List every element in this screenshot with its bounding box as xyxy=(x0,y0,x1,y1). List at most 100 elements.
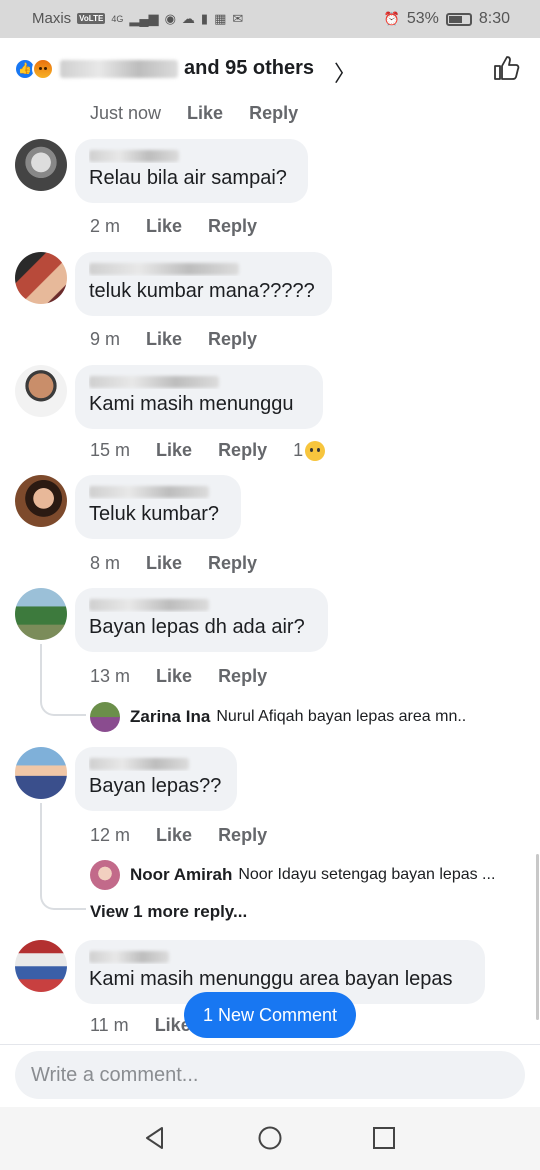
commenter-name[interactable] xyxy=(89,596,314,612)
angry-reaction-icon xyxy=(32,58,54,80)
avatar[interactable] xyxy=(15,940,67,992)
carrier-name: Maxis xyxy=(32,10,72,27)
commenter-name[interactable] xyxy=(89,260,318,276)
comment-text: Kami masih menunggu area bayan lepas xyxy=(89,968,453,990)
like-button[interactable]: Like xyxy=(187,103,223,124)
reply-button[interactable]: Reply xyxy=(208,329,257,350)
chevron-right-icon[interactable]: 〉 xyxy=(334,56,356,88)
new-comment-button[interactable]: 1 New Comment xyxy=(184,992,356,1038)
comment-bubble[interactable]: Bayan lepas dh ada air? xyxy=(75,588,328,652)
reply-author[interactable]: Zarina Ina xyxy=(130,707,210,727)
comment-actions: Just now Like Reply xyxy=(90,103,298,124)
comment-time: 2 m xyxy=(90,216,121,236)
reactions-summary[interactable]: 👍 and 95 others 〉 xyxy=(0,38,540,100)
avatar[interactable] xyxy=(15,252,67,304)
battery-icon xyxy=(445,12,472,26)
cloud-icon: ☁ xyxy=(181,10,195,26)
like-button[interactable]: Like xyxy=(146,553,182,574)
comment-bubble[interactable]: teluk kumbar mana????? xyxy=(75,252,332,316)
comment-time: Just now xyxy=(90,103,162,123)
reply-preview[interactable]: Noor Amirah Noor Idayu setengag bayan le… xyxy=(90,860,495,890)
like-button[interactable]: Like xyxy=(156,666,192,687)
reactors-text: and 95 others xyxy=(60,57,314,80)
commenter-name[interactable] xyxy=(89,373,309,389)
comment-bubble[interactable]: Bayan lepas?? xyxy=(75,747,237,811)
back-triangle-icon[interactable] xyxy=(142,1125,168,1151)
commenter-name[interactable] xyxy=(89,755,223,771)
reply-button[interactable]: Reply xyxy=(208,216,257,237)
blurred-name xyxy=(89,758,189,771)
blurred-name xyxy=(89,263,239,276)
avatar[interactable] xyxy=(15,475,67,527)
blurred-name xyxy=(60,59,178,78)
comment-actions: 13 m Like Reply xyxy=(90,666,267,687)
reply-button[interactable]: Reply xyxy=(208,553,257,574)
reply-text: Nurul Afiqah bayan lepas area mn.. xyxy=(216,708,467,725)
mail-icon: ✉ xyxy=(232,10,244,26)
thread-connector xyxy=(40,644,86,716)
like-button[interactable]: Like xyxy=(146,216,182,237)
blurred-name xyxy=(89,376,219,389)
comment-actions: 9 m Like Reply xyxy=(90,329,257,350)
comment-actions: 8 m Like Reply xyxy=(90,553,257,574)
network-type-label: 4G xyxy=(111,13,124,24)
blurred-name xyxy=(89,599,209,612)
avatar[interactable] xyxy=(15,588,67,640)
comment-bubble[interactable]: Teluk kumbar? xyxy=(75,475,241,539)
recents-square-icon[interactable] xyxy=(371,1125,397,1151)
comment-actions: 2 m Like Reply xyxy=(90,216,257,237)
reply-preview[interactable]: Zarina Ina Nurul Afiqah bayan lepas area… xyxy=(90,702,466,732)
reaction-count-number: 1 xyxy=(293,440,304,460)
battery-percent: 53% xyxy=(406,10,439,27)
sad-reaction-icon xyxy=(305,440,326,461)
reply-button[interactable]: Reply xyxy=(218,666,267,687)
comment-time: 13 m xyxy=(90,666,131,686)
comment-time: 12 m xyxy=(90,825,131,845)
like-button[interactable]: Like xyxy=(156,825,192,846)
blurred-name xyxy=(89,150,179,163)
commenter-name[interactable] xyxy=(89,948,471,964)
comment-text: Relau bila air sampai? xyxy=(89,167,287,189)
like-button[interactable]: Like xyxy=(156,440,192,461)
signal-icon: ▂▄▆ xyxy=(129,10,159,26)
blurred-name xyxy=(89,951,169,964)
home-circle-icon[interactable] xyxy=(257,1125,283,1151)
comment-actions: 12 m Like Reply xyxy=(90,825,267,846)
thread-connector xyxy=(40,858,86,910)
thumbs-up-icon[interactable] xyxy=(492,54,520,82)
view-more-replies-link[interactable]: View 1 more reply... xyxy=(90,902,247,922)
avatar[interactable] xyxy=(15,139,67,191)
divider xyxy=(0,1044,540,1045)
scrollbar[interactable] xyxy=(536,854,539,1020)
reply-avatar[interactable] xyxy=(90,702,120,732)
comments-sheet: 👍 and 95 others 〉 Just now Like Reply Re… xyxy=(0,38,540,1170)
commenter-name[interactable] xyxy=(89,147,294,163)
alarm-icon: ⏰ xyxy=(383,11,400,26)
comment-actions: 15 m Like Reply 1 xyxy=(90,440,326,461)
comment-bubble[interactable]: Relau bila air sampai? xyxy=(75,139,308,203)
comment-text: Kami masih menunggu xyxy=(89,393,294,415)
blurred-name xyxy=(89,486,209,499)
battery-small-icon: ▮ xyxy=(200,10,209,26)
reply-button[interactable]: Reply xyxy=(218,825,267,846)
reactors-suffix: and 95 others xyxy=(184,57,315,79)
system-nav-bar xyxy=(0,1107,540,1170)
avatar[interactable] xyxy=(15,365,67,417)
reply-avatar[interactable] xyxy=(90,860,120,890)
comment-text: Bayan lepas dh ada air? xyxy=(89,616,305,638)
reply-author[interactable]: Noor Amirah xyxy=(130,865,232,885)
calendar-icon: ▦ xyxy=(214,10,227,26)
volte-badge: VoLTE xyxy=(77,13,106,24)
comment-time: 9 m xyxy=(90,329,121,349)
comment-input[interactable]: Write a comment... xyxy=(15,1051,525,1099)
avatar[interactable] xyxy=(15,747,67,799)
comment-bubble[interactable]: Kami masih menunggu xyxy=(75,365,323,429)
reaction-count[interactable]: 1 xyxy=(293,440,326,461)
reply-button[interactable]: Reply xyxy=(249,103,298,124)
reply-button[interactable]: Reply xyxy=(218,440,267,461)
commenter-name[interactable] xyxy=(89,483,227,499)
comment-time: 8 m xyxy=(90,553,121,573)
like-button[interactable]: Like xyxy=(146,329,182,350)
reaction-icons: 👍 xyxy=(14,58,56,80)
comment-time: 15 m xyxy=(90,440,131,460)
